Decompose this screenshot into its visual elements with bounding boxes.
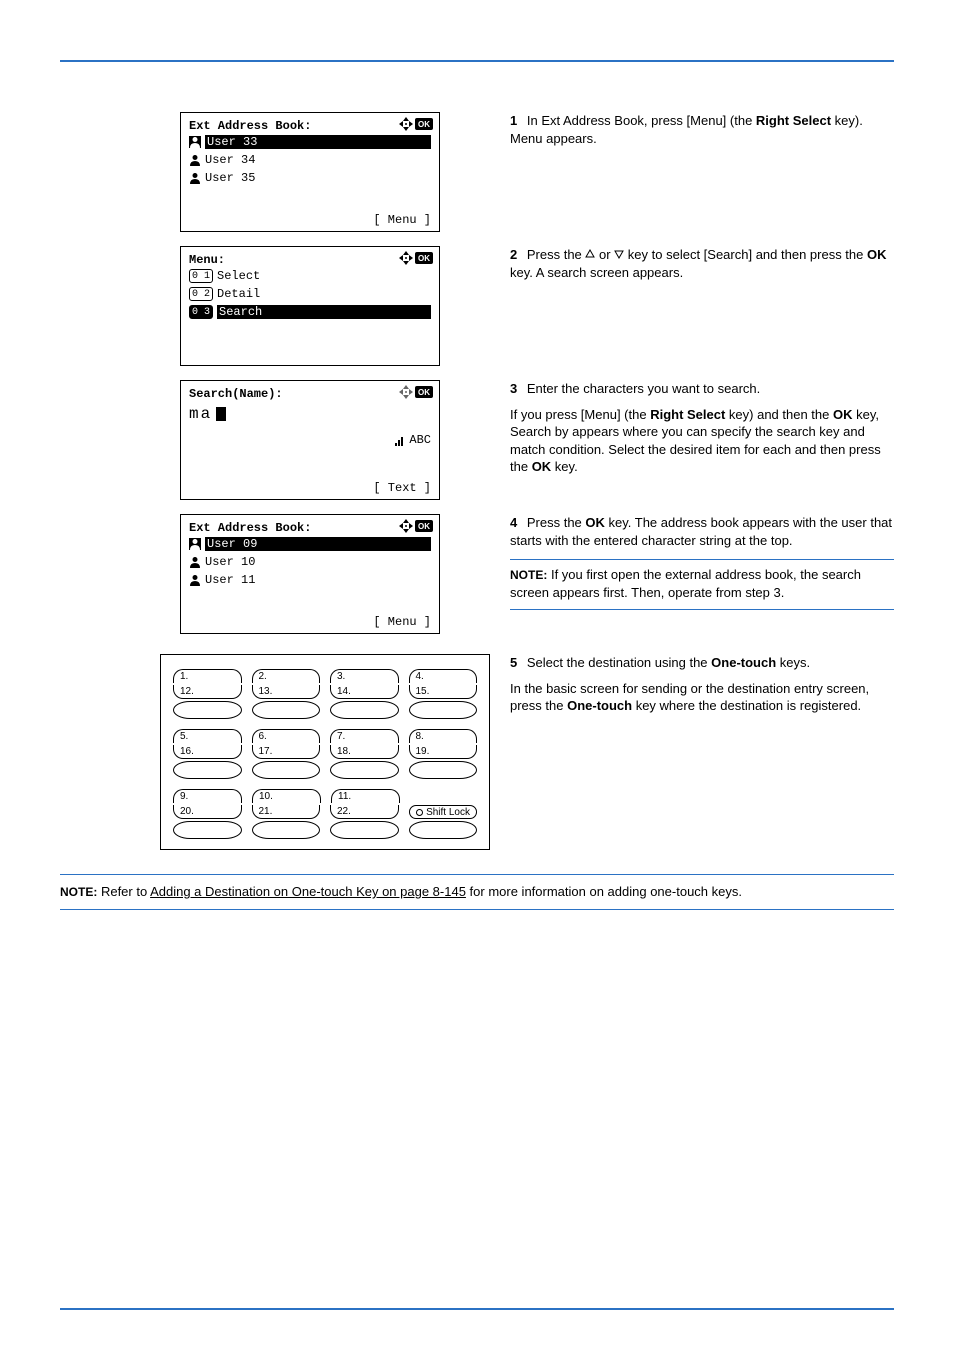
lcd-line-hl: User 09 xyxy=(205,537,431,551)
note-divider-top xyxy=(510,559,894,560)
lcd-line: Detail xyxy=(217,287,260,301)
step-4-text: 4 Press the OK key. The address book app… xyxy=(510,514,894,549)
ot-key-3[interactable]: 3. xyxy=(330,669,399,683)
ot-button[interactable] xyxy=(252,821,321,839)
nav-icons xyxy=(399,519,433,533)
led-icon xyxy=(416,809,423,816)
signal-icon xyxy=(395,435,405,446)
ot-button[interactable] xyxy=(409,761,478,779)
top-divider xyxy=(60,60,894,62)
ot-key-22[interactable]: 22. xyxy=(330,805,399,819)
ok-icon xyxy=(415,520,433,532)
down-triangle-icon xyxy=(614,249,624,259)
shift-lock-label: Shift Lock xyxy=(409,805,478,819)
lcd-title: Ext Address Book: xyxy=(189,521,311,535)
ot-key-5[interactable]: 5. xyxy=(173,729,242,743)
person-icon xyxy=(189,154,201,166)
person-icon xyxy=(189,172,201,184)
lcd-line: User 35 xyxy=(205,171,255,185)
ot-key-20[interactable]: 20. xyxy=(173,805,242,819)
ot-key-2[interactable]: 2. xyxy=(252,669,321,683)
lcd-line: User 34 xyxy=(205,153,255,167)
up-triangle-icon xyxy=(585,249,595,259)
abc-label: ABC xyxy=(409,433,431,447)
num-icon: 0 2 xyxy=(189,287,213,301)
ot-key-9[interactable]: 9. xyxy=(173,789,242,803)
ot-button[interactable] xyxy=(252,701,321,719)
ot-key-12[interactable]: 12. xyxy=(173,685,242,699)
note-1: NOTE: If you first open the external add… xyxy=(510,566,894,601)
note2-divider-bottom xyxy=(60,909,894,910)
step-2-text: 2 Press the or key to select [Search] an… xyxy=(510,246,894,281)
ot-key-1[interactable]: 1. xyxy=(173,669,242,683)
person-icon xyxy=(189,556,201,568)
person-icon xyxy=(189,538,201,550)
lcd-menu: [ Menu ] xyxy=(373,615,431,629)
ot-key-10[interactable]: 10. xyxy=(252,789,321,803)
step-3-para2: If you press [Menu] (the Right Select ke… xyxy=(510,406,894,476)
lcd-line: Select xyxy=(217,269,260,283)
ok-icon xyxy=(415,386,433,398)
lcd-title: Ext Address Book: xyxy=(189,119,311,133)
dpad-icon xyxy=(399,385,413,399)
bottom-divider xyxy=(60,1308,894,1310)
step-5-text: 5 Select the destination using the One-t… xyxy=(510,654,894,672)
step-5-para2: In the basic screen for sending or the d… xyxy=(510,680,894,715)
ot-key-16[interactable]: 16. xyxy=(173,745,242,759)
nav-icons xyxy=(399,251,433,265)
ot-key-6[interactable]: 6. xyxy=(252,729,321,743)
ot-button[interactable] xyxy=(173,761,242,779)
ot-button[interactable] xyxy=(330,701,399,719)
ot-button[interactable] xyxy=(173,701,242,719)
one-touch-panel: 1. 2. 3. 4. 12. 13. 14. 15. 5. 6. 7. xyxy=(160,654,490,850)
ot-button[interactable] xyxy=(173,821,242,839)
lcd-text-soft: [ Text ] xyxy=(373,481,431,495)
lcd-result-screen: Ext Address Book: User 09 User 10 User 1… xyxy=(180,514,440,634)
ot-key-15[interactable]: 15. xyxy=(409,685,478,699)
ot-button[interactable] xyxy=(409,701,478,719)
ot-key-19[interactable]: 19. xyxy=(409,745,478,759)
note-divider-bottom xyxy=(510,609,894,610)
dpad-icon xyxy=(399,519,413,533)
shift-lock-button[interactable] xyxy=(409,821,478,839)
link-adding-destination[interactable]: Adding a Destination on One-touch Key on… xyxy=(150,884,466,899)
ot-key-17[interactable]: 17. xyxy=(252,745,321,759)
nav-icons xyxy=(399,385,433,399)
ot-key-13[interactable]: 13. xyxy=(252,685,321,699)
ot-button[interactable] xyxy=(330,821,399,839)
lcd-menu-screen: Menu: 0 1 Select 0 2 Detail 0 3 Search xyxy=(180,246,440,366)
ok-icon xyxy=(415,118,433,130)
person-icon xyxy=(189,574,201,586)
ot-key-4[interactable]: 4. xyxy=(409,669,478,683)
person-icon xyxy=(189,136,201,148)
num-icon: 0 3 xyxy=(189,305,213,319)
ot-key-14[interactable]: 14. xyxy=(330,685,399,699)
ot-key-8[interactable]: 8. xyxy=(409,729,478,743)
ot-button[interactable] xyxy=(252,761,321,779)
step-3-text: 3 Enter the characters you want to searc… xyxy=(510,380,894,398)
lcd-line: User 11 xyxy=(205,573,255,587)
lcd-menu: [ Menu ] xyxy=(373,213,431,227)
dpad-icon xyxy=(399,117,413,131)
lcd-title: Menu: xyxy=(189,253,225,267)
step-1-text: 1 In Ext Address Book, press [Menu] (the… xyxy=(510,112,894,147)
lcd-ext-address-book: Ext Address Book: User 33 User 34 User 3… xyxy=(180,112,440,232)
lcd-search-screen: Search(Name): ma ABC [ Text ] xyxy=(180,380,440,500)
dpad-icon xyxy=(399,251,413,265)
nav-icons xyxy=(399,117,433,131)
lcd-line-hl: User 33 xyxy=(205,135,431,149)
lcd-line: User 10 xyxy=(205,555,255,569)
note2-divider-top xyxy=(60,874,894,875)
ot-key-18[interactable]: 18. xyxy=(330,745,399,759)
num-icon: 0 1 xyxy=(189,269,213,283)
ot-key-7[interactable]: 7. xyxy=(330,729,399,743)
ot-button[interactable] xyxy=(330,761,399,779)
ok-icon xyxy=(415,252,433,264)
lcd-line-hl: Search xyxy=(217,305,431,319)
ot-key-21[interactable]: 21. xyxy=(252,805,321,819)
note-2: NOTE: Refer to Adding a Destination on O… xyxy=(60,883,894,901)
ot-key-11[interactable]: 11. xyxy=(331,789,400,803)
lcd-title: Search(Name): xyxy=(189,387,283,401)
